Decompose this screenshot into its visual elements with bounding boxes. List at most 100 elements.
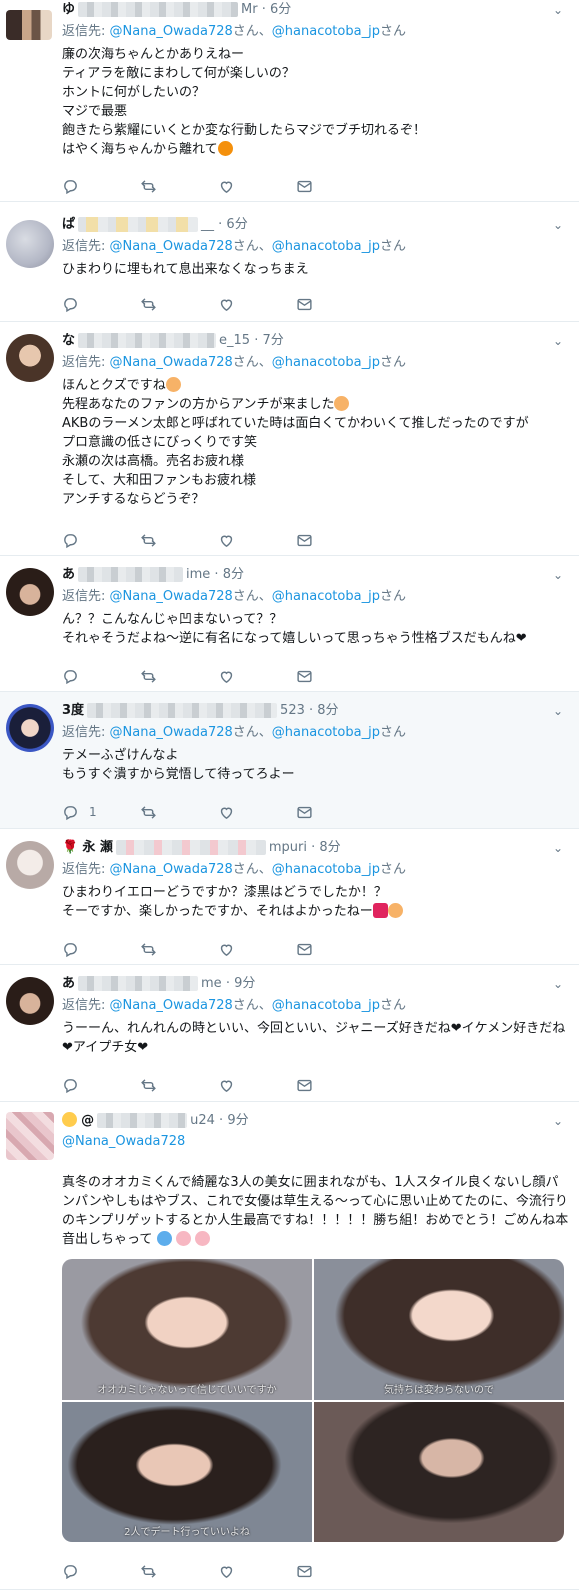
tweet[interactable]: 3度 523 · 8分 ⌄ 返信先: @Nana_Owada728さん、@hana… (0, 692, 579, 829)
mention-link[interactable]: @Nana_Owada728 (110, 355, 233, 370)
photo[interactable] (314, 1401, 564, 1542)
mention-link[interactable]: @hanacotoba_jp (272, 862, 380, 877)
user-handle[interactable]: Mr (241, 2, 258, 17)
tweet[interactable]: 🌹 永 瀬 mpuri · 8分 ⌄ 返信先: @Nana_Owada728さん、… (0, 829, 579, 965)
reply-button[interactable] (62, 1561, 140, 1581)
reply-button[interactable] (62, 666, 140, 686)
retweet-button[interactable] (140, 666, 218, 686)
chevron-down-icon[interactable]: ⌄ (553, 701, 563, 721)
reply-button[interactable]: 1 (62, 802, 140, 822)
user-name[interactable]: 永 瀬 (82, 840, 113, 855)
avatar[interactable] (6, 568, 54, 616)
retweet-button[interactable] (140, 176, 218, 196)
avatar[interactable] (6, 334, 54, 382)
user-name[interactable]: ぱ (62, 217, 75, 232)
user-name[interactable]: ゆ (62, 2, 75, 17)
avatar[interactable] (6, 1112, 54, 1160)
dm-button[interactable] (296, 294, 374, 314)
like-button[interactable] (218, 802, 296, 822)
mention-link[interactable]: @Nana_Owada728 (110, 24, 233, 39)
avatar[interactable] (6, 704, 54, 752)
dm-button[interactable] (296, 939, 374, 959)
tweet-time[interactable]: 8分 (319, 840, 340, 855)
chevron-down-icon[interactable]: ⌄ (553, 565, 563, 585)
avatar[interactable] (6, 977, 54, 1025)
reply-button[interactable] (62, 530, 140, 550)
like-button[interactable] (218, 666, 296, 686)
user-handle[interactable]: me (201, 976, 222, 991)
chevron-down-icon[interactable]: ⌄ (553, 838, 563, 858)
retweet-button[interactable] (140, 939, 218, 959)
chevron-down-icon[interactable]: ⌄ (553, 974, 563, 994)
like-button[interactable] (218, 530, 296, 550)
chevron-down-icon[interactable]: ⌄ (553, 215, 563, 235)
tweet-time[interactable]: 7分 (262, 333, 283, 348)
mention-link[interactable]: @Nana_Owada728 (110, 589, 233, 604)
mention-link[interactable]: @hanacotoba_jp (272, 24, 380, 39)
reply-button[interactable] (62, 176, 140, 196)
user-name[interactable]: あ (62, 567, 75, 582)
photo-grid[interactable]: オオカミじゃないって信じていいですか 気持ちは変わらないので 2人でデート行って… (62, 1259, 564, 1542)
mention-link[interactable]: @Nana_Owada728 (110, 239, 233, 254)
mention-link[interactable]: @Nana_Owada728 (110, 725, 233, 740)
user-handle[interactable]: ime (186, 567, 210, 582)
like-button[interactable] (218, 1561, 296, 1581)
tweet[interactable]: ゆ Mr · 6分 ⌄ 返信先: @Nana_Owada728さん、@hanaco… (0, 0, 579, 202)
like-button[interactable] (218, 939, 296, 959)
photo[interactable]: オオカミじゃないって信じていいですか (62, 1259, 312, 1400)
avatar[interactable] (6, 841, 54, 889)
user-handle[interactable]: 523 (280, 703, 305, 718)
user-name[interactable]: 3度 (62, 703, 84, 718)
tweet-time[interactable]: 8分 (317, 703, 338, 718)
dm-button[interactable] (296, 176, 374, 196)
tweet[interactable]: あ me · 9分 ⌄ 返信先: @Nana_Owada728さん、@hanaco… (0, 965, 579, 1102)
user-handle[interactable]: u24 (190, 1113, 215, 1128)
retweet-button[interactable] (140, 294, 218, 314)
mention-link[interactable]: @hanacotoba_jp (272, 725, 380, 740)
tweet-time[interactable]: 6分 (226, 217, 247, 232)
mention-link[interactable]: @Nana_Owada728 (110, 862, 233, 877)
dm-button[interactable] (296, 802, 374, 822)
retweet-button[interactable] (140, 530, 218, 550)
tweet[interactable]: ぱ __ · 6分 ⌄ 返信先: @Nana_Owada728さん、@hanaco… (0, 202, 579, 322)
reply-button[interactable] (62, 294, 140, 314)
like-button[interactable] (218, 1075, 296, 1095)
retweet-button[interactable] (140, 1561, 218, 1581)
user-handle[interactable]: e_15 (219, 333, 250, 348)
tweet-time[interactable]: 9分 (227, 1113, 248, 1128)
retweet-button[interactable] (140, 802, 218, 822)
reply-button[interactable] (62, 939, 140, 959)
user-name[interactable]: あ (62, 976, 75, 991)
tweet-time[interactable]: 9分 (234, 976, 255, 991)
chevron-down-icon[interactable]: ⌄ (553, 331, 563, 351)
user-name[interactable]: な (62, 333, 75, 348)
user-name[interactable]: @ (81, 1113, 94, 1128)
chevron-down-icon[interactable]: ⌄ (553, 1111, 563, 1131)
mention-link[interactable]: @hanacotoba_jp (272, 355, 380, 370)
mention-link[interactable]: @Nana_Owada728 (110, 998, 233, 1013)
avatar[interactable] (6, 220, 54, 268)
mention-link[interactable]: @hanacotoba_jp (272, 589, 380, 604)
tweet-time[interactable]: 8分 (223, 567, 244, 582)
tweet[interactable]: な e_15 · 7分 ⌄ 返信先: @Nana_Owada728さん、@hana… (0, 322, 579, 556)
mention-link[interactable]: @hanacotoba_jp (272, 239, 380, 254)
retweet-button[interactable] (140, 1075, 218, 1095)
mention-link[interactable]: @hanacotoba_jp (272, 998, 380, 1013)
photo[interactable]: 気持ちは変わらないので (314, 1259, 564, 1400)
tweet[interactable]: あ ime · 8分 ⌄ 返信先: @Nana_Owada728さん、@hanac… (0, 556, 579, 692)
dm-button[interactable] (296, 1561, 374, 1581)
avatar[interactable] (6, 10, 52, 40)
like-button[interactable] (218, 176, 296, 196)
tweet-time[interactable]: 6分 (270, 2, 291, 17)
reply-button[interactable] (62, 1075, 140, 1095)
dm-button[interactable] (296, 530, 374, 550)
dm-button[interactable] (296, 1075, 374, 1095)
like-button[interactable] (218, 294, 296, 314)
user-handle[interactable]: mpuri (269, 840, 307, 855)
tweet[interactable]: @ u24 · 9分 ⌄ @Nana_Owada728 真冬のオオカミくんで綺麗な… (0, 1102, 579, 1590)
chevron-down-icon[interactable]: ⌄ (553, 0, 563, 20)
photo[interactable]: 2人でデート行っていいよね (62, 1401, 312, 1542)
user-handle[interactable]: __ (201, 217, 214, 232)
dm-button[interactable] (296, 666, 374, 686)
mention-link[interactable]: @Nana_Owada728 (62, 1132, 569, 1152)
